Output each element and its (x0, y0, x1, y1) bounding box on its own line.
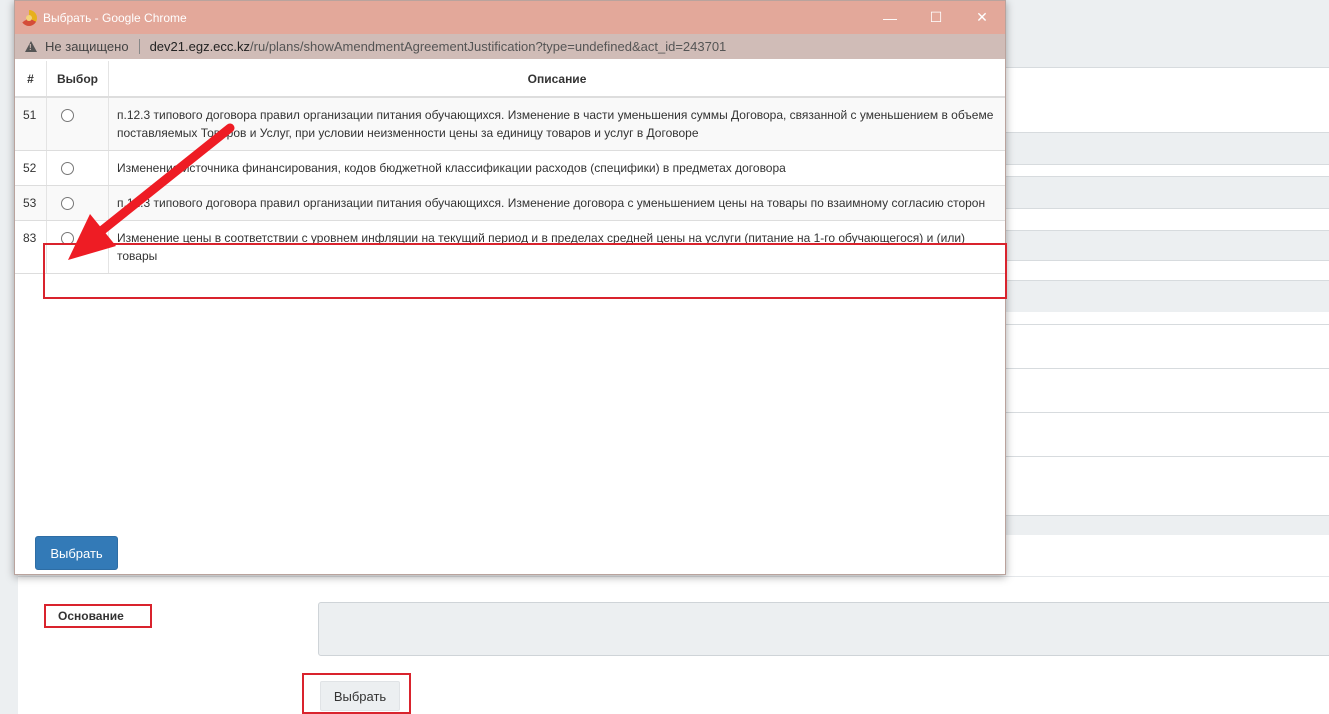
minimize-button[interactable]: — (867, 1, 913, 34)
popup-window: Выбрать - Google Chrome — ☐ ✕ Не защищен… (14, 0, 1007, 575)
close-button[interactable]: ✕ (959, 1, 1005, 34)
header-num: # (15, 61, 47, 96)
header-select: Выбор (47, 61, 109, 96)
warning-icon (25, 41, 37, 52)
row-radio[interactable] (61, 162, 74, 175)
bg-form-row (1005, 280, 1329, 312)
bg-form-row (1005, 456, 1329, 488)
address-separator (138, 39, 140, 54)
bg-form-row (1005, 324, 1329, 356)
top-band (1005, 0, 1329, 67)
security-label: Не защищено (45, 39, 129, 54)
bg-form-row (1005, 230, 1329, 260)
basis-field[interactable] (318, 602, 1329, 656)
row-description: Изменение цены в соответствии с уровнем … (117, 231, 966, 263)
popup-select-button[interactable]: Выбрать (35, 536, 118, 570)
bg-form-row (1005, 67, 1329, 106)
table-header: # Выбор Описание (15, 61, 1005, 98)
bg-form-row (1005, 176, 1329, 208)
row-radio[interactable] (61, 109, 74, 122)
maximize-button[interactable]: ☐ (913, 1, 959, 34)
row-description: Изменение источника финансирования, кодо… (117, 161, 786, 175)
row-num: 53 (15, 186, 47, 220)
row-num: 83 (15, 221, 47, 273)
window-title: Выбрать - Google Chrome (43, 10, 187, 25)
bg-form-row (1005, 412, 1329, 444)
row-description: п.12.3 типового договора правил организа… (117, 196, 986, 210)
bg-form-row (1005, 515, 1329, 535)
table-row[interactable]: 83 Изменение цены в соответствии с уровн… (15, 221, 1005, 274)
table-row[interactable]: 51 п.12.3 типового договора правил орган… (15, 98, 1005, 151)
header-description: Описание (527, 71, 587, 86)
chrome-icon (21, 9, 37, 26)
row-radio[interactable] (61, 197, 74, 210)
bg-form-row (1005, 132, 1329, 164)
row-num: 51 (15, 98, 47, 150)
row-num: 52 (15, 151, 47, 185)
url-host: dev21.egz.ecc.kz (149, 39, 251, 54)
divider (18, 576, 1329, 577)
row-description: п.12.3 типового договора правил организа… (117, 108, 994, 140)
bg-form-row (1005, 260, 1329, 280)
basis-label: Основание (44, 604, 152, 628)
bg-form-row (1005, 368, 1329, 400)
url-path: /ru/plans/showAmendmentAgreementJustific… (250, 39, 727, 54)
table-row[interactable]: 52 Изменение источника финансирования, к… (15, 151, 1005, 186)
bg-form-row (1005, 208, 1329, 230)
title-bar: Выбрать - Google Chrome — ☐ ✕ (15, 1, 1005, 34)
select-button-highlight: Выбрать (302, 673, 411, 714)
basis-select-button[interactable]: Выбрать (320, 681, 400, 711)
bg-form-row (1005, 164, 1329, 176)
row-radio[interactable] (61, 232, 74, 245)
table-row[interactable]: 53 п.12.3 типового договора правил орган… (15, 186, 1005, 221)
address-bar[interactable]: Не защищено dev21.egz.ecc.kz/ru/plans/sh… (15, 34, 1005, 59)
justification-table: # Выбор Описание 51 п.12.3 типового дого… (15, 61, 1005, 274)
